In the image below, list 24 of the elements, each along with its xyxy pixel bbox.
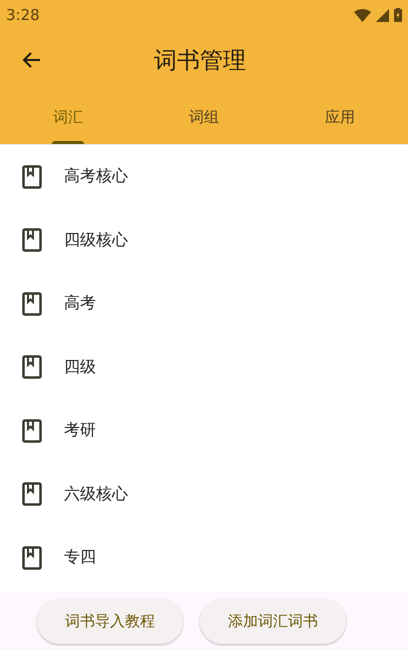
tab[interactable]: 词汇	[0, 90, 136, 144]
signal-icon	[376, 8, 389, 22]
status-time: 3:28	[6, 6, 40, 24]
book-name[interactable]: 四级核心	[64, 230, 128, 251]
book-icon	[22, 418, 42, 443]
book-name[interactable]: 考研	[64, 420, 96, 442]
book-icon	[22, 482, 42, 506]
tab[interactable]: 应用	[272, 90, 408, 144]
book-name[interactable]: 六级核心	[64, 484, 128, 505]
book-icon	[22, 228, 42, 252]
book-name[interactable]: 四级	[64, 356, 96, 378]
book-name[interactable]: 高考	[64, 293, 96, 314]
book-icon	[22, 546, 42, 570]
action-button[interactable]: 词书导入教程	[37, 598, 183, 644]
book-name[interactable]: 专四	[64, 547, 96, 568]
book-icon	[22, 164, 42, 189]
book-icon	[22, 292, 42, 316]
page-title: 词书管理	[154, 46, 246, 76]
battery-icon	[394, 8, 402, 22]
wifi-icon	[354, 8, 371, 22]
tab[interactable]: 词组	[136, 90, 272, 144]
book-name[interactable]: 高考核心	[64, 166, 128, 188]
action-button[interactable]: 添加词汇词书	[200, 598, 346, 644]
book-icon	[22, 355, 42, 380]
